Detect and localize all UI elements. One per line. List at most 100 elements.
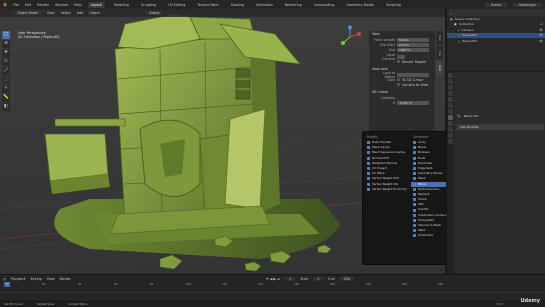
mode-selector[interactable]: Object Mode (14, 11, 41, 15)
menu-render[interactable]: Render (37, 3, 49, 7)
blender-logo-icon[interactable]: ◉ (3, 2, 7, 8)
playhead[interactable]: 1 (4, 282, 10, 287)
end-field[interactable]: 250 (339, 276, 354, 281)
modifier-wrench-icon[interactable] (448, 115, 453, 120)
physics-tab-icon[interactable] (448, 127, 453, 132)
menu-add[interactable]: Add (77, 11, 83, 15)
modifier-icon (413, 177, 416, 181)
lock-cursor-checkbox[interactable] (397, 78, 400, 81)
select-box-icon[interactable]: ▢ (2, 31, 10, 39)
checkbox-icon[interactable]: ☑ (540, 22, 543, 26)
rotate-icon[interactable]: ↻ (2, 58, 10, 66)
visibility-eye-icon[interactable]: 👁 (539, 39, 543, 43)
tab-animation[interactable]: Animation (253, 2, 276, 8)
modifier-icon (367, 161, 370, 165)
tab-shading[interactable]: Shading (228, 2, 247, 8)
current-frame-field[interactable]: 1 (285, 276, 296, 281)
outliner-filter-icon[interactable]: ⌕ (450, 11, 452, 15)
menu-view-timeline[interactable]: View (47, 277, 55, 281)
clip-start-label: Clip Start (379, 42, 395, 47)
visibility-eye-icon[interactable]: 👁 (539, 28, 543, 32)
tab-layout[interactable]: Layout (87, 1, 105, 8)
tab-tool[interactable]: Tool (436, 46, 443, 60)
menu-edit[interactable]: Edit (25, 3, 31, 7)
lock-object-field[interactable] (397, 72, 429, 77)
render-tab-icon[interactable] (448, 79, 453, 84)
tab-sculpting[interactable]: Sculpting (138, 2, 159, 8)
menu-file[interactable]: File (13, 3, 19, 7)
outliner: ⌕ ▤ Scene Collection ▣ Collection ☑ ▸ Ca… (446, 9, 545, 71)
scene-selector[interactable]: Scene (484, 2, 507, 7)
object-tab-icon[interactable] (448, 109, 453, 114)
tab-uv-editing[interactable]: UV Editing (165, 2, 188, 8)
start-field[interactable]: 1 (313, 276, 324, 281)
visibility-eye-icon[interactable]: 👁 (539, 33, 543, 37)
menu-select[interactable]: Select (61, 11, 71, 15)
tab-modeling[interactable]: Modeling (111, 2, 132, 8)
transform-icon[interactable]: ⬚ (2, 76, 10, 84)
particles-tab-icon[interactable] (448, 121, 453, 126)
status-mouse-right: Context Menu (68, 301, 88, 306)
clip-start-field[interactable]: 0.01 m (397, 42, 429, 47)
menu-window[interactable]: Window (55, 3, 68, 7)
menu-keying[interactable]: Keying (31, 277, 42, 281)
udemy-watermark: Udemy (520, 298, 541, 304)
menu-object[interactable]: Object (89, 11, 100, 15)
measure-icon[interactable]: 📏 (2, 94, 10, 102)
cursor-icon[interactable]: ⊕ (2, 40, 10, 48)
location-x-label: X (392, 100, 395, 105)
world-tab-icon[interactable] (448, 103, 453, 108)
menu-help[interactable]: Help (74, 3, 82, 7)
constraints-tab-icon[interactable] (448, 133, 453, 138)
transform-orientation[interactable]: Global (145, 11, 163, 15)
scale-icon[interactable]: ⤢ (2, 67, 10, 75)
output-tab-icon[interactable] (448, 85, 453, 90)
tab-geometry-nodes[interactable]: Geometry Nodes (343, 2, 377, 8)
timeline-track (0, 292, 545, 293)
local-camera-field[interactable] (397, 54, 405, 59)
location-label: Location (381, 95, 395, 100)
lock-label: Lock (387, 77, 395, 82)
render-region-label: Render Region (402, 59, 427, 64)
timeline-ruler[interactable]: 020406080100120140160180200220240 (0, 283, 545, 289)
modifier-menu-item[interactable]: Vertex Weight Proximity (365, 187, 409, 192)
data-tab-icon[interactable] (448, 139, 453, 144)
clip-end-field[interactable]: 1000 m (397, 47, 429, 52)
timeline-editor-icon[interactable]: ◷ (3, 277, 6, 281)
modifier-icon (413, 167, 416, 171)
play-controls[interactable]: ⏮ ◀ ▶ ⏭ (266, 277, 280, 281)
tab-compositing[interactable]: Compositing (311, 2, 338, 8)
view-layer-tab-icon[interactable] (448, 91, 453, 96)
scene-tab-icon[interactable] (448, 97, 453, 102)
annotate-icon[interactable]: ✎ (2, 85, 10, 93)
add-cube-icon[interactable]: ◧ (2, 103, 10, 111)
add-modifier-button[interactable]: Add Modifier (457, 124, 544, 130)
tool-tab-icon[interactable] (448, 73, 453, 78)
focal-length-field[interactable]: 50 mm (397, 37, 429, 42)
menu-marker[interactable]: Marker (60, 277, 71, 281)
location-x-field[interactable]: -0.167 m (397, 100, 429, 105)
tab-view[interactable]: View (436, 61, 443, 75)
modifier-icon (413, 161, 416, 165)
frame-tick-label: 240 (438, 283, 443, 286)
wrench-icon: 🔧 (457, 114, 461, 118)
status-mouse-middle: Rotate View (37, 301, 55, 306)
tab-item[interactable]: Item (436, 31, 443, 45)
modifier-icon (413, 156, 416, 160)
menu-view[interactable]: View (47, 11, 55, 15)
modifier-icon (413, 218, 416, 222)
render-region-checkbox[interactable] (397, 60, 400, 63)
outliner-row-plane-002[interactable]: △ Plane.002 👁 (447, 38, 545, 44)
clip-start-row: Clip Start 0.01 m (369, 42, 435, 47)
tab-scripting[interactable]: Scripting (383, 2, 404, 8)
frame-tick-label: 180 (330, 283, 335, 286)
view-layer-selector[interactable]: ViewLayer (512, 2, 542, 7)
tab-texture-paint[interactable]: Texture Paint (194, 2, 221, 8)
camera-to-view-checkbox[interactable] (397, 83, 400, 86)
tab-rendering[interactable]: Rendering (282, 2, 305, 8)
viewport-header: Object Mode View Select Add Object Globa… (0, 9, 445, 17)
move-icon[interactable]: ✥ (2, 49, 10, 57)
navigation-gizmo[interactable] (338, 25, 362, 49)
focal-length-label: Focal Length (374, 37, 395, 42)
menu-playback[interactable]: Playback (11, 277, 26, 281)
